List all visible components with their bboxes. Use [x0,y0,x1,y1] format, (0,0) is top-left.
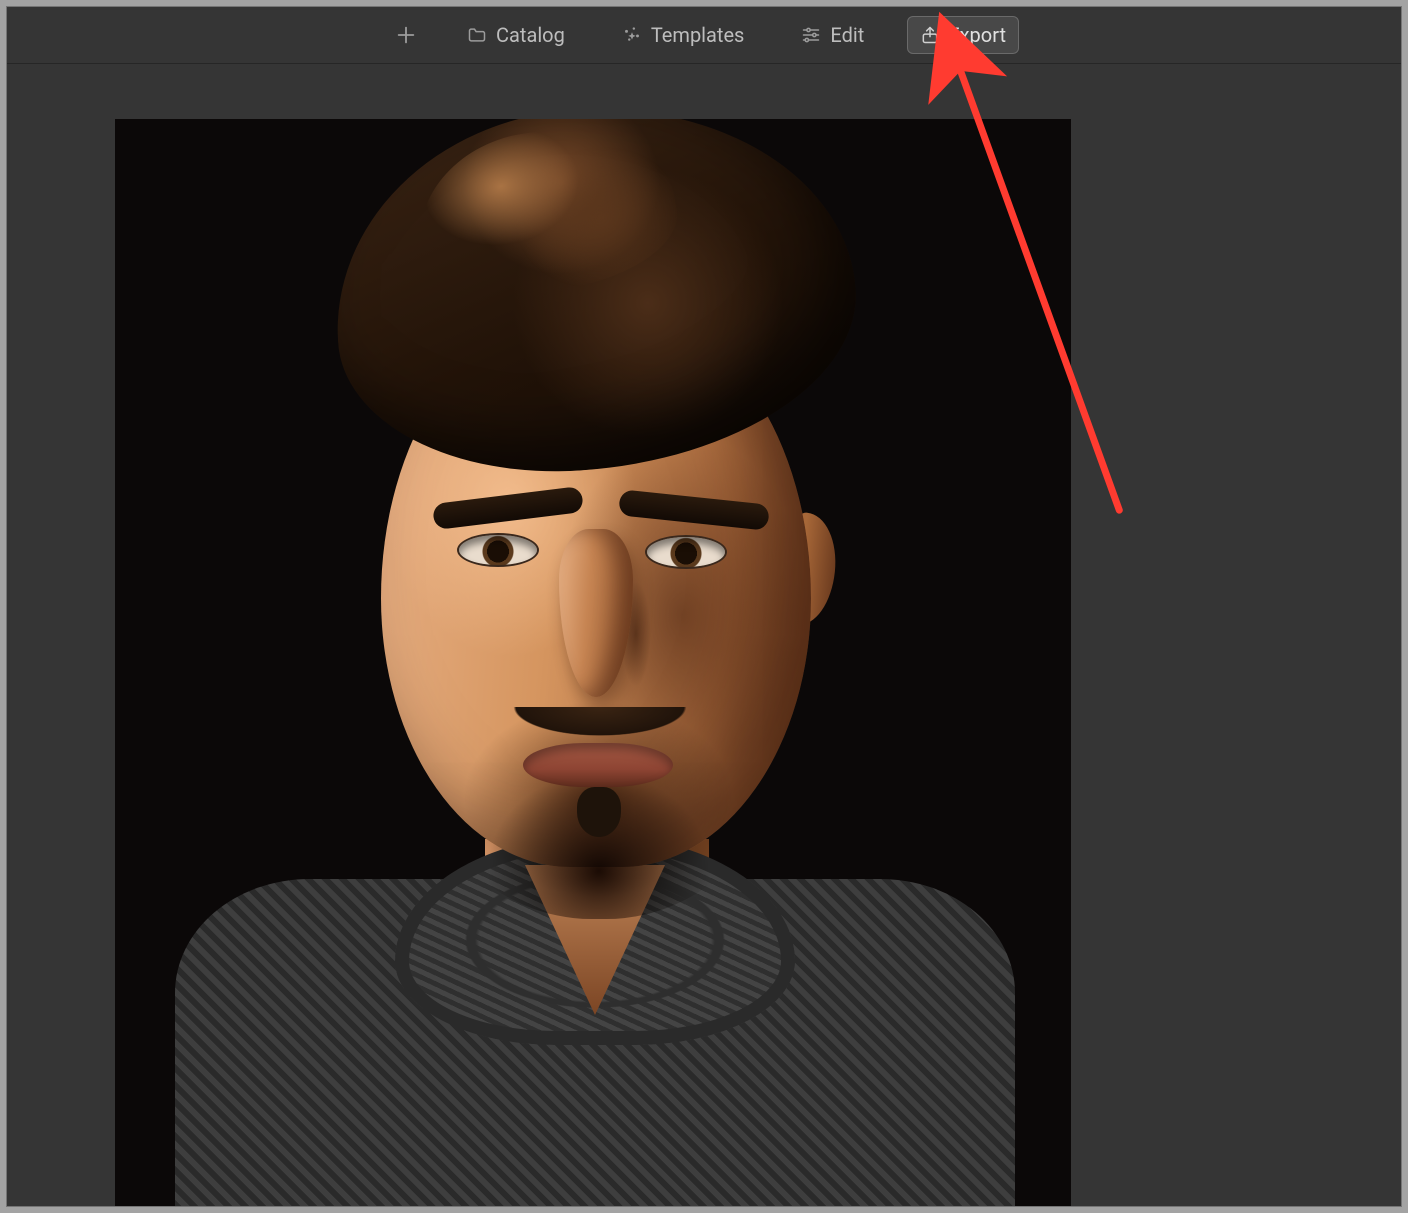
sliders-icon [800,25,822,45]
catalog-label: Catalog [496,23,565,47]
photo-preview[interactable] [115,119,1071,1207]
canvas-area[interactable] [7,65,1401,1206]
portrait-illustration [115,119,1071,1207]
export-label: Export [948,23,1006,47]
edit-label: Edit [830,23,864,47]
plus-icon [395,24,417,46]
folder-icon [466,25,488,45]
edit-tab[interactable]: Edit [787,16,877,54]
app-window: Catalog Templates Edit Export [6,6,1402,1207]
export-button[interactable]: Export [907,16,1019,54]
sparkle-icon [621,24,643,46]
catalog-tab[interactable]: Catalog [453,16,578,54]
templates-label: Templates [651,23,745,47]
add-button[interactable] [389,18,423,52]
share-icon [920,24,940,46]
templates-tab[interactable]: Templates [608,16,758,54]
top-toolbar: Catalog Templates Edit Export [7,7,1401,64]
